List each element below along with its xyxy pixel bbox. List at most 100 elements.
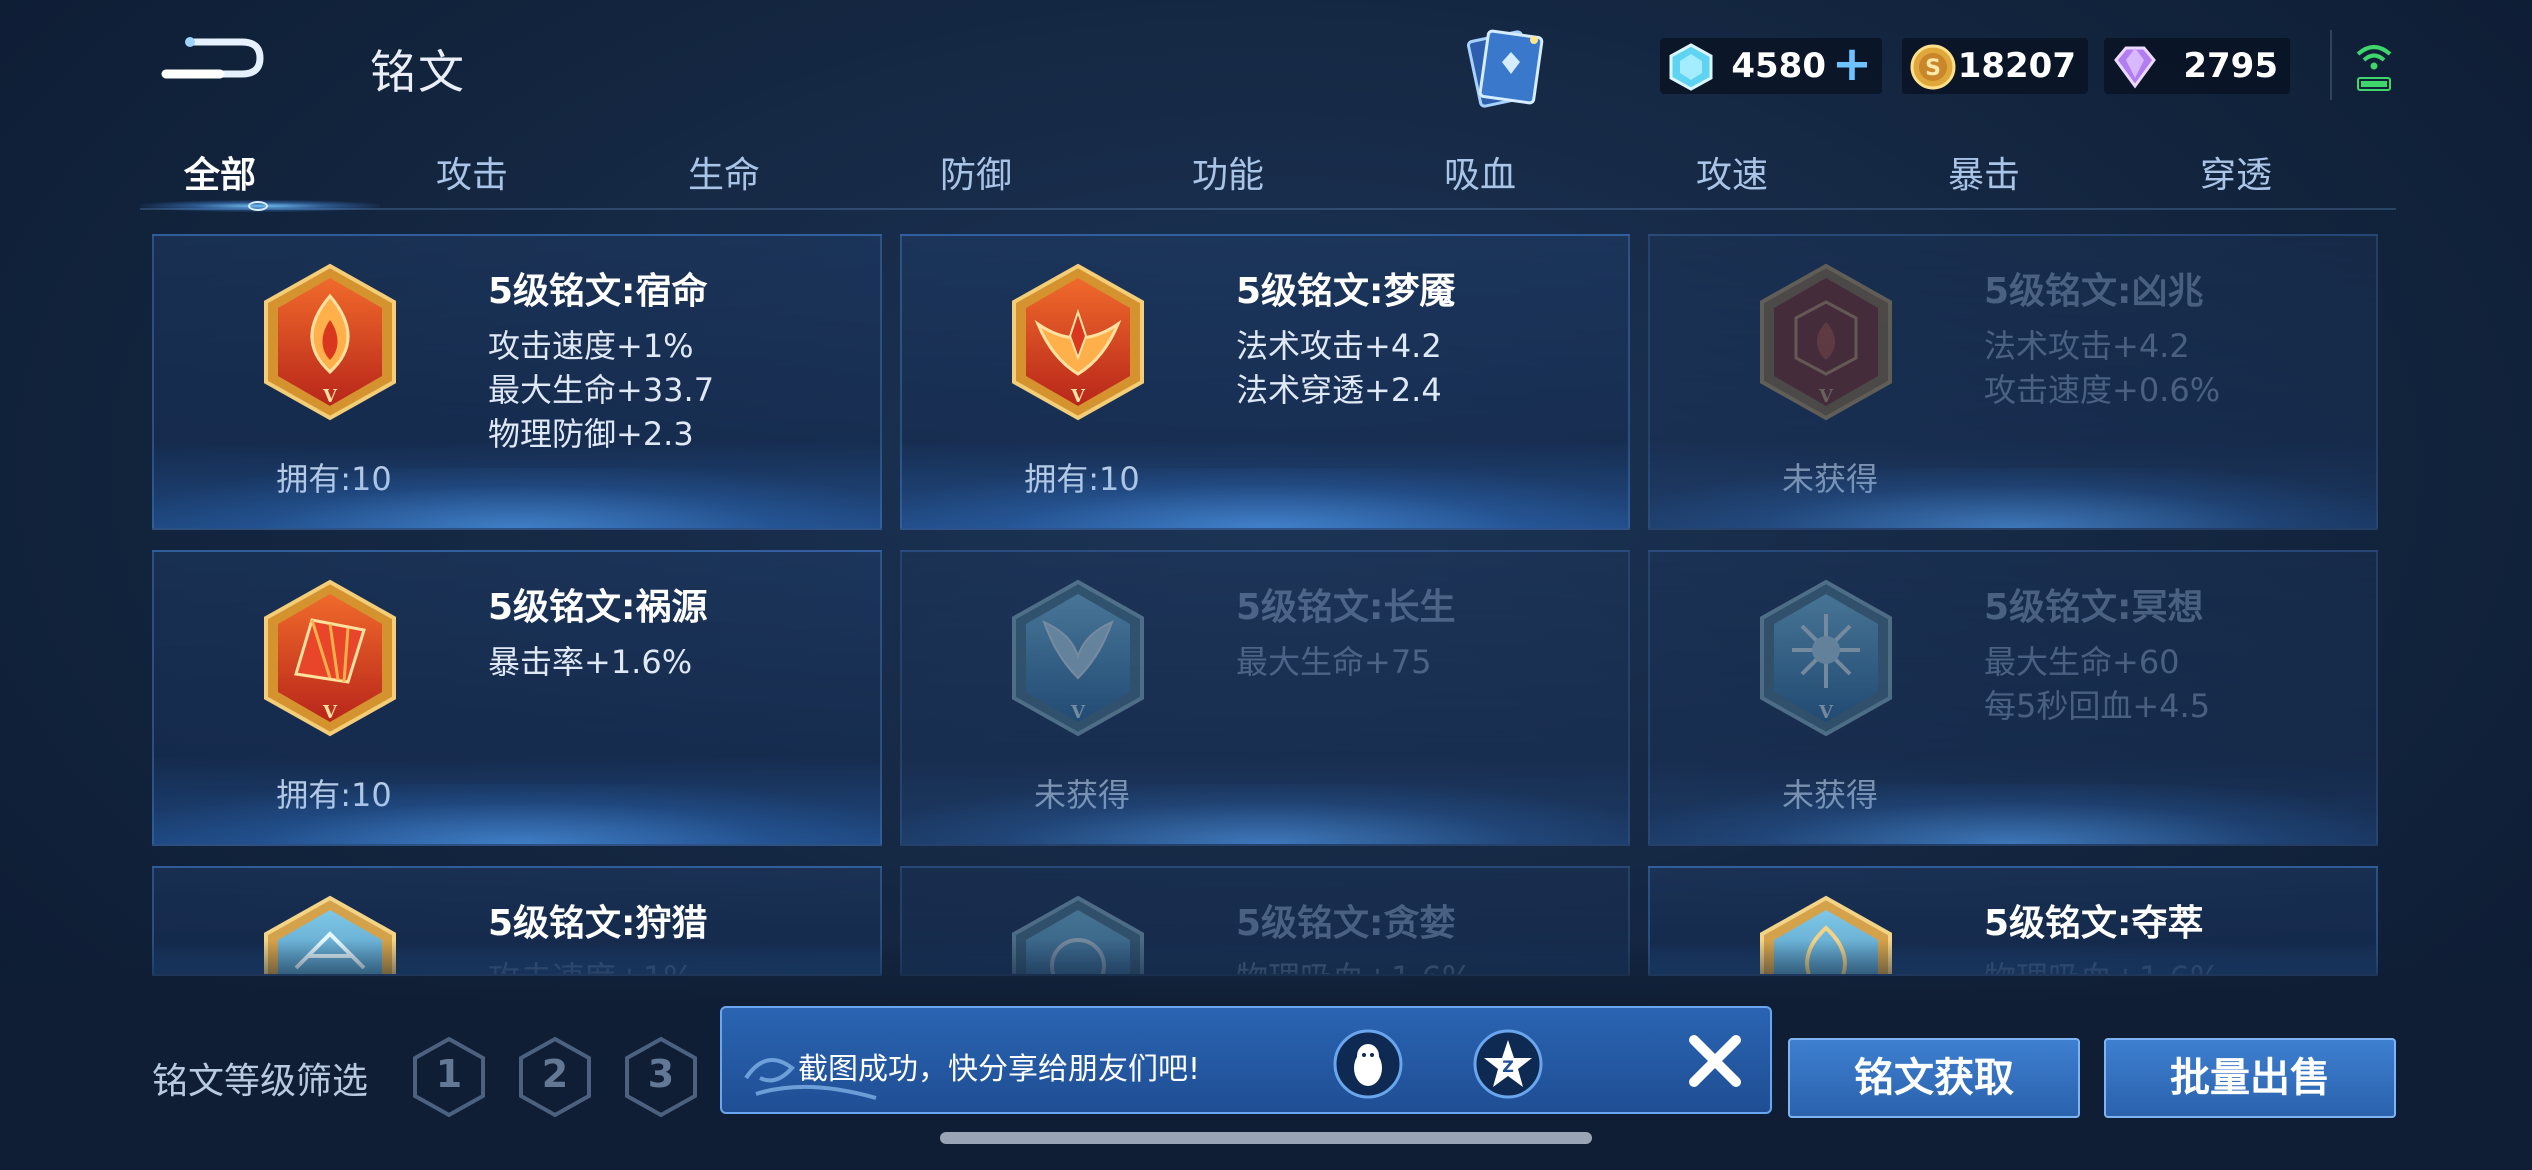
inscription-stats: 最大生命+75 <box>1236 640 1432 684</box>
wifi-icon <box>2352 36 2396 96</box>
stat-line: 法术攻击+4.2 <box>1236 327 1442 365</box>
level-number: 3 <box>647 1052 675 1096</box>
inscription-card[interactable]: V 未获得 5级铭文:凶兆 法术攻击+4.2 攻击速度+0.6% <box>1648 234 2378 530</box>
inscription-card[interactable]: 5级铭文:狩猎 攻击速度+1% <box>152 866 882 976</box>
back-arrow-icon <box>161 37 264 79</box>
inscription-stats: 法术攻击+4.2 法术穿透+2.4 <box>1236 324 1442 412</box>
home-indicator[interactable] <box>940 1132 1592 1144</box>
level-number: 2 <box>541 1052 569 1096</box>
status-divider <box>2330 30 2332 100</box>
blue-meditate-emblem-icon: V <box>1756 578 1896 738</box>
crystal-gem-icon <box>1666 42 1716 92</box>
diamond-currency: 2795 <box>2104 38 2290 94</box>
qq-penguin-icon[interactable] <box>1332 1028 1404 1100</box>
stat-line: 物理吸血+1.6% <box>1984 956 2220 974</box>
gold-coin-icon: S <box>1908 42 1958 92</box>
stat-line: 最大生命+75 <box>1236 643 1432 681</box>
level-number: 1 <box>435 1052 463 1096</box>
add-gem-button[interactable]: + <box>1830 40 1874 88</box>
inscription-stats: 最大生命+60 每5秒回血+4.5 <box>1984 640 2210 728</box>
inscription-stats: 法术攻击+4.2 攻击速度+0.6% <box>1984 324 2220 412</box>
stat-line: 每5秒回血+4.5 <box>1984 687 2211 725</box>
qzone-star-icon[interactable]: Z <box>1472 1028 1544 1100</box>
get-inscription-button[interactable]: 铭文获取 <box>1788 1038 2080 1118</box>
tab-all[interactable]: 全部 <box>140 146 300 198</box>
inscription-card[interactable]: 5级铭文:夺萃 物理吸血+1.6% <box>1648 866 2378 976</box>
blue-plunder-emblem-icon <box>1756 894 1896 974</box>
close-icon[interactable] <box>1680 1026 1750 1096</box>
blue-hunt-emblem-icon <box>260 894 400 974</box>
tab-divider <box>140 208 2396 210</box>
stat-line: 法术攻击+4.2 <box>1984 327 2190 365</box>
inscription-name: 5级铭文:宿命 <box>488 271 708 312</box>
tab-health[interactable]: 生命 <box>644 146 804 198</box>
svg-text:V: V <box>322 702 338 723</box>
gem-count: 4580 <box>1731 46 1826 86</box>
red-flame-emblem-icon: V <box>260 262 400 422</box>
inscription-name: 5级铭文:梦魇 <box>1236 271 1456 312</box>
owned-count: 拥有:10 <box>1024 460 1140 498</box>
page-title: 铭文 <box>370 45 466 99</box>
category-tabs: 全部 攻击 生命 防御 功能 吸血 攻速 暴击 穿透 <box>140 140 2396 210</box>
inscription-card[interactable]: V 未获得 5级铭文:冥想 最大生命+60 每5秒回血+4.5 <box>1648 550 2378 846</box>
toast-message: 截图成功，快分享给朋友们吧! <box>798 1052 1201 1087</box>
owned-status: 未获得 <box>1781 776 1878 814</box>
red-omen-emblem-icon: V <box>1756 262 1896 422</box>
blue-whale-emblem-icon: V <box>1008 578 1148 738</box>
svg-text:S: S <box>1925 56 1941 81</box>
stat-line: 物理吸血+1.6% <box>1236 956 1472 974</box>
inscription-name: 5级铭文:冥想 <box>1984 587 2204 628</box>
inscription-name: 5级铭文:长生 <box>1236 587 1456 628</box>
inscription-stats: 攻击速度+1% <box>488 956 694 974</box>
inscription-stats: 物理吸血+1.6% <box>1984 956 2220 974</box>
svg-text:V: V <box>1818 702 1834 723</box>
stat-line: 物理防御+2.3 <box>488 415 694 453</box>
inscription-name: 5级铭文:贪婪 <box>1236 903 1456 944</box>
stat-line: 最大生命+33.7 <box>488 371 715 409</box>
tab-attack-speed[interactable]: 攻速 <box>1652 146 1812 198</box>
svg-text:V: V <box>322 386 338 407</box>
svg-text:V: V <box>1070 386 1086 407</box>
tab-lifesteal[interactable]: 吸血 <box>1400 146 1560 198</box>
inscription-name: 5级铭文:凶兆 <box>1984 271 2204 312</box>
owned-status: 未获得 <box>1033 776 1130 814</box>
screenshot-share-toast: 截图成功，快分享给朋友们吧! Z <box>720 1006 1772 1114</box>
stat-line: 最大生命+60 <box>1984 643 2180 681</box>
level-filter-1[interactable]: 1 <box>412 1036 486 1118</box>
svg-text:V: V <box>1070 702 1086 723</box>
owned-count: 拥有:10 <box>276 776 392 814</box>
inscription-card[interactable]: 5级铭文:贪婪 物理吸血+1.6% <box>900 866 1630 976</box>
inscription-card[interactable]: V 拥有:10 5级铭文:梦魇 法术攻击+4.2 法术穿透+2.4 <box>900 234 1630 530</box>
svg-text:V: V <box>1818 386 1834 407</box>
red-demon-emblem-icon: V <box>1008 262 1148 422</box>
diamond-count: 2795 <box>2183 46 2278 86</box>
svg-text:Z: Z <box>1502 1057 1514 1076</box>
inscription-card[interactable]: V 拥有:10 5级铭文:宿命 攻击速度+1% 最大生命+33.7 物理防御+2… <box>152 234 882 530</box>
back-button[interactable] <box>160 30 270 90</box>
blue-greed-emblem-icon <box>1008 894 1148 974</box>
tab-critical[interactable]: 暴击 <box>1904 146 2064 198</box>
level-filter-3[interactable]: 3 <box>624 1036 698 1118</box>
level-filter-2[interactable]: 2 <box>518 1036 592 1118</box>
inscription-book-icon[interactable] <box>1460 26 1550 110</box>
level-filter-label: 铭文等级筛选 <box>152 1061 369 1102</box>
bulk-sell-button[interactable]: 批量出售 <box>2104 1038 2396 1118</box>
inscription-stats: 物理吸血+1.6% <box>1236 956 1472 974</box>
inscription-card[interactable]: V 拥有:10 5级铭文:祸源 暴击率+1.6% <box>152 550 882 846</box>
tab-defense[interactable]: 防御 <box>896 146 1056 198</box>
stat-line: 攻击速度+0.6% <box>1984 371 2221 409</box>
tab-penetration[interactable]: 穿透 <box>2156 146 2316 198</box>
stat-line: 暴击率+1.6% <box>488 643 693 681</box>
gold-currency: S 18207 <box>1902 38 2088 94</box>
inscription-name: 5级铭文:狩猎 <box>488 903 708 944</box>
inscription-card[interactable]: V 未获得 5级铭文:长生 最大生命+75 <box>900 550 1630 846</box>
tab-utility[interactable]: 功能 <box>1148 146 1308 198</box>
tab-attack[interactable]: 攻击 <box>392 146 552 198</box>
stat-line: 攻击速度+1% <box>488 956 694 974</box>
inscription-name: 5级铭文:祸源 <box>488 587 708 628</box>
gold-count: 18207 <box>1957 46 2076 86</box>
inscription-name: 5级铭文:夺萃 <box>1984 903 2204 944</box>
red-fan-emblem-icon: V <box>260 578 400 738</box>
gem-currency: 4580 + <box>1660 38 1882 94</box>
owned-count: 拥有:10 <box>276 460 392 498</box>
